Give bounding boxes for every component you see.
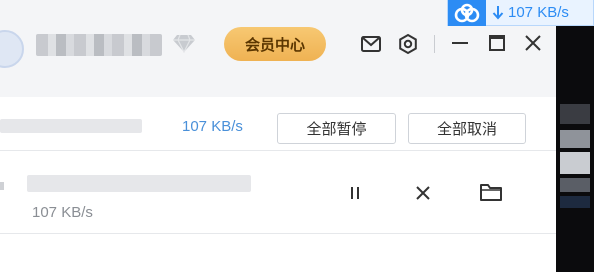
pause-icon[interactable]: [343, 181, 367, 205]
pause-all-button[interactable]: 全部暂停: [277, 113, 396, 144]
task-speed: 107 KB/s: [32, 204, 93, 221]
vip-center-button[interactable]: 会员中心: [224, 27, 326, 61]
floating-speed-widget[interactable]: 107 KB/s: [447, 0, 594, 26]
total-speed: 107 KB/s: [182, 118, 243, 135]
folder-icon[interactable]: [478, 180, 504, 204]
close-icon[interactable]: [520, 30, 546, 56]
cancel-all-label: 全部取消: [436, 121, 497, 138]
task-row[interactable]: [0, 151, 556, 234]
pause-all-label: 全部暂停: [306, 121, 367, 138]
minimize-icon[interactable]: [448, 30, 472, 56]
mail-icon[interactable]: [356, 30, 386, 58]
vip-center-label: 会员中心: [244, 36, 305, 54]
cancel-icon[interactable]: [411, 181, 435, 205]
task-list-empty-area: [0, 234, 556, 272]
cloud-logo-icon: [448, 0, 486, 26]
username-blurred[interactable]: [36, 34, 162, 56]
maximize-icon[interactable]: [484, 30, 510, 56]
cancel-all-button[interactable]: 全部取消: [408, 113, 526, 144]
download-arrow-icon: [492, 5, 504, 20]
download-manager-window: 会员中心 107 KB/s 全部暂停 全部取消 107 KB/s: [0, 0, 556, 272]
header-divider: [434, 35, 435, 53]
task-filename-blurred: [27, 175, 251, 192]
diamond-icon[interactable]: [172, 33, 196, 53]
toolbar-status-blurred: [0, 119, 142, 133]
background-window-edge: [556, 26, 594, 272]
row-checkbox-edge[interactable]: [0, 182, 4, 190]
avatar[interactable]: [0, 30, 24, 68]
settings-icon[interactable]: [393, 29, 423, 59]
widget-speed: 107 KB/s: [508, 4, 569, 21]
